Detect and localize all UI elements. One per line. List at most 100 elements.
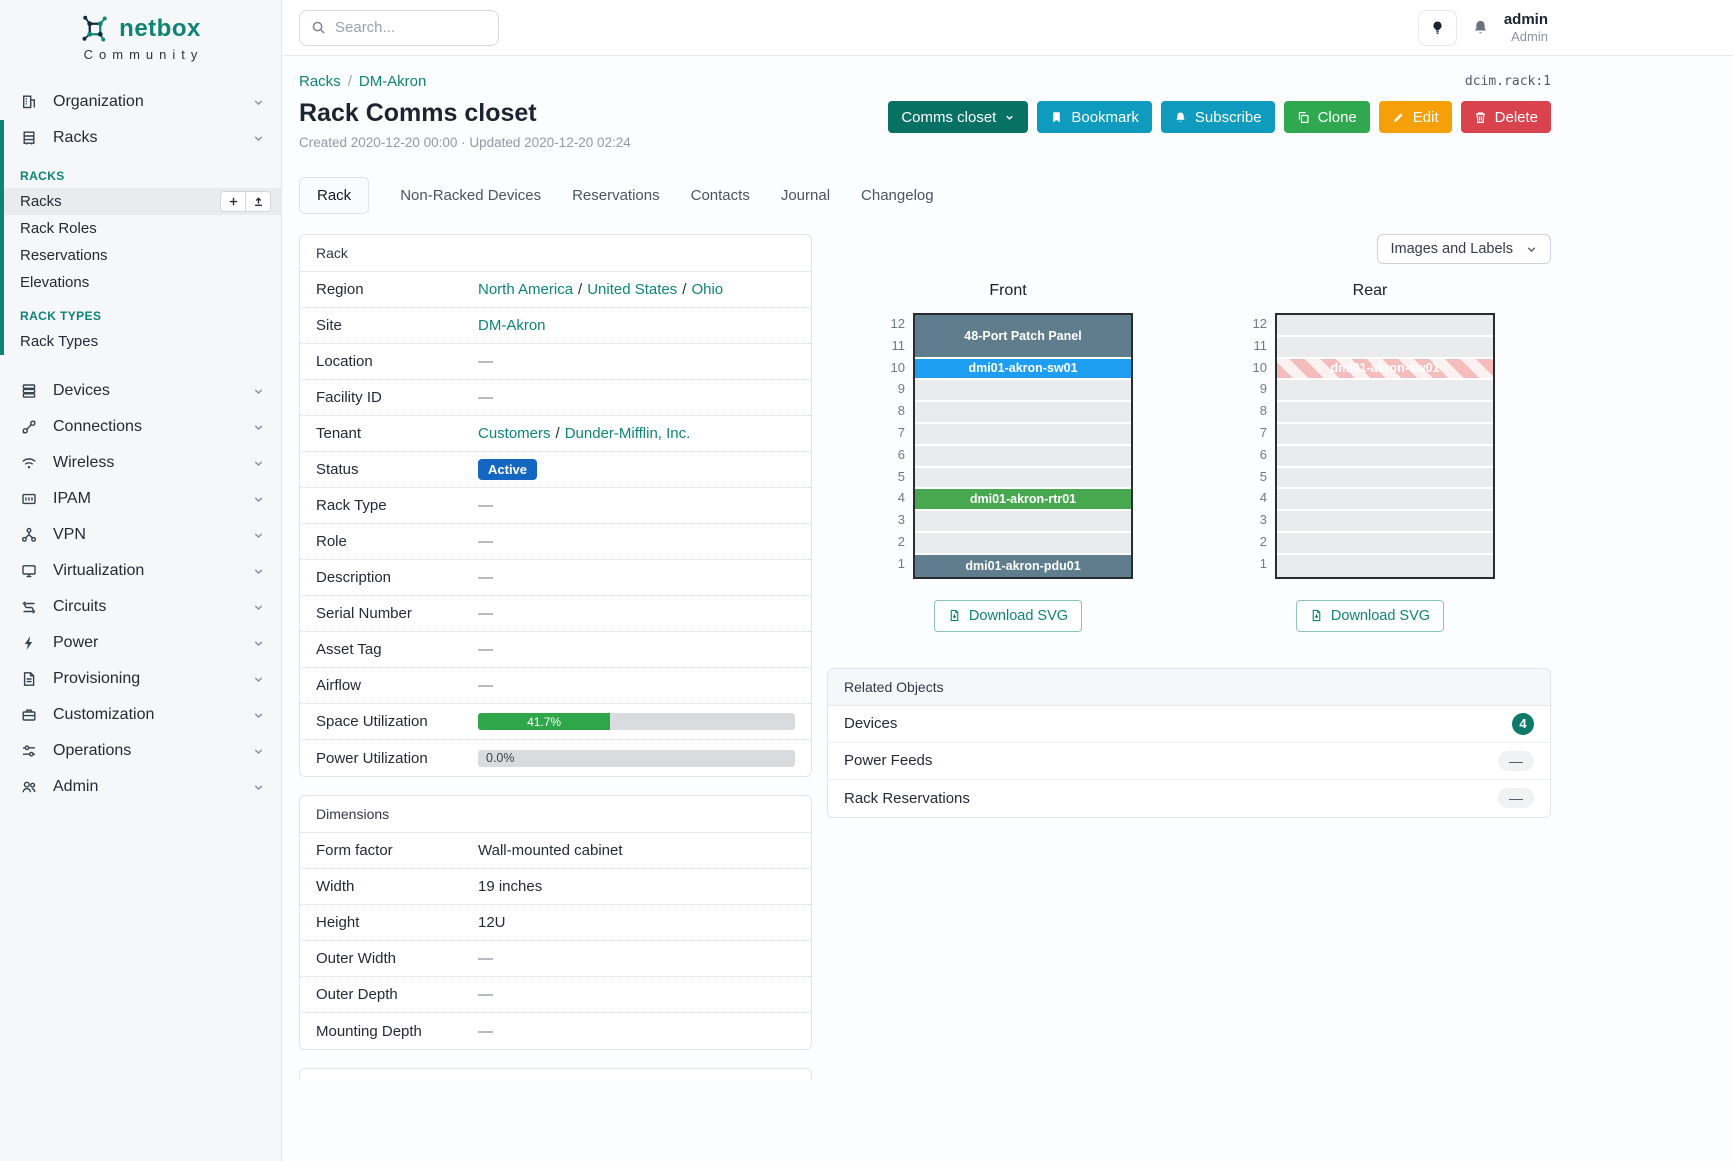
- related-row-rack-reservations[interactable]: Rack Reservations —: [828, 780, 1550, 817]
- sidebar-item-connections[interactable]: Connections: [0, 409, 281, 445]
- chevron-down-icon: [1004, 112, 1015, 123]
- sidebar-item-vpn[interactable]: VPN: [0, 517, 281, 553]
- row-label: Airflow: [316, 677, 478, 694]
- empty-slot-u5[interactable]: [1277, 468, 1493, 490]
- empty-slot-u11[interactable]: [1277, 337, 1493, 359]
- sidebar-subitem-rack-roles[interactable]: Rack Roles: [4, 215, 281, 242]
- tab-non-racked-devices[interactable]: Non-Racked Devices: [400, 187, 541, 204]
- empty-slot-u12[interactable]: [1277, 315, 1493, 337]
- empty-slot-u9[interactable]: [915, 380, 1131, 402]
- region-link-united-states[interactable]: United States: [587, 281, 677, 298]
- object-tabs: Rack Non-Racked Devices Reservations Con…: [299, 177, 1551, 214]
- netbox-logo[interactable]: netbox Community: [0, 0, 281, 70]
- user-menu[interactable]: admin Admin: [1504, 11, 1548, 45]
- device-pdu01[interactable]: dmi01-akron-pdu01: [915, 555, 1131, 577]
- empty-slot-u3[interactable]: [1277, 511, 1493, 533]
- empty-slot-u6[interactable]: [1277, 446, 1493, 468]
- sidebar-item-devices[interactable]: Devices: [0, 373, 281, 409]
- bolt-icon: [21, 635, 38, 651]
- circuits-icon: [21, 599, 38, 615]
- row-value: Wall-mounted cabinet: [478, 842, 795, 859]
- clone-button[interactable]: Clone: [1284, 101, 1370, 133]
- row-value: —: [478, 353, 795, 370]
- breadcrumb-dm-akron[interactable]: DM-Akron: [359, 73, 427, 90]
- sidebar-item-label: Operations: [53, 742, 131, 760]
- site-link[interactable]: DM-Akron: [478, 317, 546, 334]
- empty-slot-u8[interactable]: [1277, 402, 1493, 424]
- edit-button[interactable]: Edit: [1379, 101, 1452, 133]
- sidebar-item-ipam[interactable]: IPAM: [0, 481, 281, 517]
- bookmark-button[interactable]: Bookmark: [1037, 101, 1152, 133]
- breadcrumb-racks[interactable]: Racks: [299, 73, 341, 90]
- sidebar-item-wireless[interactable]: Wireless: [0, 445, 281, 481]
- device-rtr01[interactable]: dmi01-akron-rtr01: [915, 489, 1131, 511]
- sidebar-subitem-racks[interactable]: Racks: [4, 188, 281, 215]
- empty-slot-u3[interactable]: [915, 511, 1131, 533]
- region-link-north-america[interactable]: North America: [478, 281, 573, 298]
- sidebar-item-circuits[interactable]: Circuits: [0, 589, 281, 625]
- tab-contacts[interactable]: Contacts: [691, 187, 750, 204]
- empty-slot-u1[interactable]: [1277, 555, 1493, 577]
- region-link-ohio[interactable]: Ohio: [691, 281, 723, 298]
- add-button[interactable]: [220, 191, 246, 212]
- sidebar-item-virtualization[interactable]: Virtualization: [0, 553, 281, 589]
- delete-button[interactable]: Delete: [1461, 101, 1551, 133]
- row-label: Serial Number: [316, 605, 478, 622]
- empty-slot-u7[interactable]: [1277, 424, 1493, 446]
- subnav-section-racks: RACKS: [4, 156, 281, 188]
- view-selector-button[interactable]: Comms closet: [888, 101, 1028, 133]
- row-serial-number: Serial Number —: [300, 596, 811, 632]
- sidebar-subitem-reservations[interactable]: Reservations: [4, 242, 281, 269]
- chevron-down-icon: [252, 745, 265, 758]
- related-row-power-feeds[interactable]: Power Feeds —: [828, 743, 1550, 780]
- import-button[interactable]: [245, 191, 271, 212]
- dimensions-panel-title: Dimensions: [300, 796, 811, 833]
- device-sw01-rear[interactable]: dmi01-akron-sw01: [1277, 359, 1493, 381]
- front-download-svg-button[interactable]: Download SVG: [934, 600, 1082, 632]
- devices-count-badge: 4: [1512, 713, 1534, 735]
- sidebar-item-operations[interactable]: Operations: [0, 733, 281, 769]
- subscribe-button[interactable]: Subscribe: [1161, 101, 1275, 133]
- tenant-link[interactable]: Dunder-Mifflin, Inc.: [565, 425, 691, 442]
- device-patch-panel[interactable]: 48-Port Patch Panel: [915, 315, 1131, 359]
- empty-slot-u2[interactable]: [915, 533, 1131, 555]
- empty-slot-u2[interactable]: [1277, 533, 1493, 555]
- front-unit-numbers: 12 11 10 9 8 7 6 5 4 3 2: [883, 313, 905, 579]
- row-power-utilization: Power Utilization 0.0%: [300, 740, 811, 776]
- sidebar-item-racks[interactable]: Racks: [4, 120, 281, 156]
- sidebar-item-provisioning[interactable]: Provisioning: [0, 661, 281, 697]
- sidebar-item-admin[interactable]: Admin: [0, 769, 281, 805]
- empty-slot-u8[interactable]: [915, 402, 1131, 424]
- sidebar-item-power[interactable]: Power: [0, 625, 281, 661]
- search-input[interactable]: [335, 19, 487, 36]
- rear-unit-numbers: 12 11 10 9 8 7 6 5 4 3 2: [1245, 313, 1267, 579]
- tab-reservations[interactable]: Reservations: [572, 187, 660, 204]
- row-value: —: [478, 677, 795, 694]
- theme-toggle-button[interactable]: [1418, 10, 1457, 46]
- chevron-down-icon: [252, 673, 265, 686]
- sidebar-subitem-rack-types[interactable]: Rack Types: [4, 328, 281, 355]
- device-sw01[interactable]: dmi01-akron-sw01: [915, 359, 1131, 381]
- tenant-group-link[interactable]: Customers: [478, 425, 551, 442]
- notifications-button[interactable]: [1472, 19, 1489, 36]
- dimensions-panel: Dimensions Form factor Wall-mounted cabi…: [299, 795, 812, 1050]
- rear-download-svg-button[interactable]: Download SVG: [1296, 600, 1444, 632]
- sidebar-item-label: IPAM: [53, 490, 91, 508]
- related-row-devices[interactable]: Devices 4: [828, 706, 1550, 743]
- empty-slot-u6[interactable]: [915, 446, 1131, 468]
- tab-journal[interactable]: Journal: [781, 187, 830, 204]
- empty-slot-u5[interactable]: [915, 468, 1131, 490]
- building-icon: [21, 94, 38, 110]
- sidebar-subitem-elevations[interactable]: Elevations: [4, 269, 281, 296]
- brand-subtitle: Community: [0, 47, 281, 62]
- tab-rack[interactable]: Rack: [299, 177, 369, 214]
- row-rack-type: Rack Type —: [300, 488, 811, 524]
- sidebar-item-customization[interactable]: Customization: [0, 697, 281, 733]
- tab-changelog[interactable]: Changelog: [861, 187, 934, 204]
- empty-slot-u9[interactable]: [1277, 380, 1493, 402]
- empty-slot-u7[interactable]: [915, 424, 1131, 446]
- sidebar-item-organization[interactable]: Organization: [0, 84, 281, 120]
- row-label: Description: [316, 569, 478, 586]
- elevation-view-select[interactable]: Images and Labels: [1377, 234, 1551, 264]
- empty-slot-u4[interactable]: [1277, 489, 1493, 511]
